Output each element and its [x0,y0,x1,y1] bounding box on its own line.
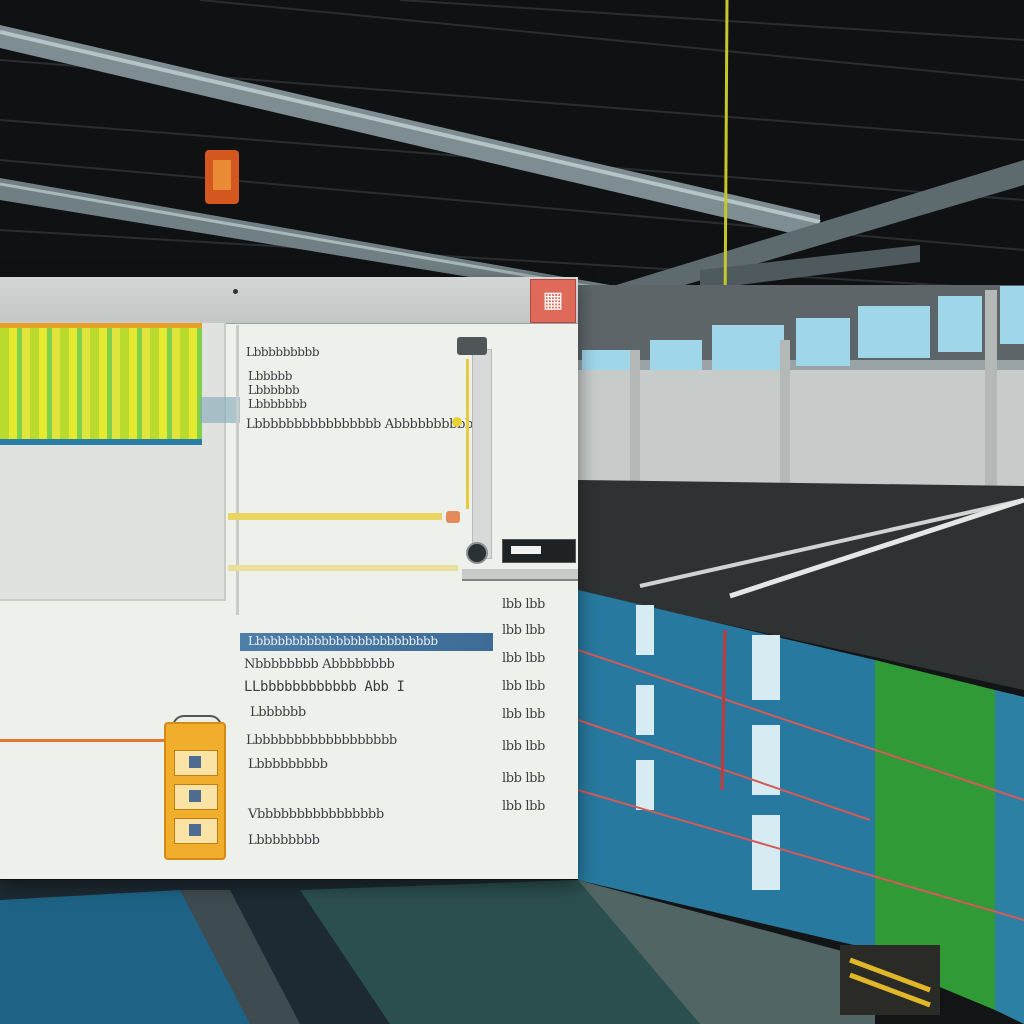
close-icon: ▦ [542,288,564,313]
sub-line: Lbbbbbbb [248,397,307,411]
preview-connector [200,397,240,423]
heatmap-preview[interactable] [0,321,226,601]
body-line: Vbbbbbbbbbbbbbbbb [248,807,384,822]
handle-dot [233,289,238,294]
info-panel: ▦ Lbbbbbbbbb Lbbbbb Lbbbbbb Lbbbbbbb Lbb… [0,277,578,879]
connector-line [0,739,168,742]
right-column-item: lbb lbb [502,799,545,814]
right-column-item: lbb lbb [502,739,545,754]
status-dot [452,417,462,427]
thermal-map-bottom [0,323,202,445]
right-column-item: lbb lbb [502,707,545,722]
device-display [511,546,541,554]
slider-track [466,359,469,509]
sub-line: Lbbbbb [248,369,292,383]
badge-slot [174,818,218,844]
id-badge-icon[interactable] [164,722,226,860]
secondary-bar [228,565,458,571]
device-shelf [462,569,578,581]
section-header-text: Lbbbbbbbbbbbbbbbbbbbbbbbbb [248,634,438,648]
right-column-item: lbb lbb [502,679,545,694]
status-label: Lbbbbbbbbbbbbbbbb Abbbbbbbbbbb [246,417,481,432]
level-bar-handle[interactable] [446,511,460,523]
right-column-item: lbb lbb [502,623,545,638]
body-line: Lbbbbbbbbbbbbbbbbbb [246,733,397,748]
panel-title-bar: ▦ [0,277,578,324]
dial-knob[interactable] [466,542,488,564]
slider-knob[interactable] [457,337,487,355]
body-line: Lbbbbbbbb [248,833,320,848]
body-line: Lbbbbbb [250,705,306,720]
body-line: Lbbbbbbbbb [248,757,328,772]
right-column-item: lbb lbb [502,771,545,786]
device-icon[interactable] [502,539,576,563]
vertical-slider[interactable] [472,349,492,559]
right-column-item: lbb lbb [502,597,545,612]
panel-heading: Lbbbbbbbbb [246,345,320,359]
body-line: Nbbbbbbbb Abbbbbbbb [244,657,395,672]
badge-slot [174,750,218,776]
close-button[interactable]: ▦ [530,279,576,323]
badge-slot [174,784,218,810]
column-divider [236,325,239,615]
section-header: Lbbbbbbbbbbbbbbbbbbbbbbbbb [240,633,493,651]
right-column-item: lbb lbb [502,651,545,666]
sub-line: Lbbbbbb [248,383,300,397]
body-line: LLbbbbbbbbbbbb Abb I [244,679,405,695]
level-bar[interactable] [228,513,442,520]
